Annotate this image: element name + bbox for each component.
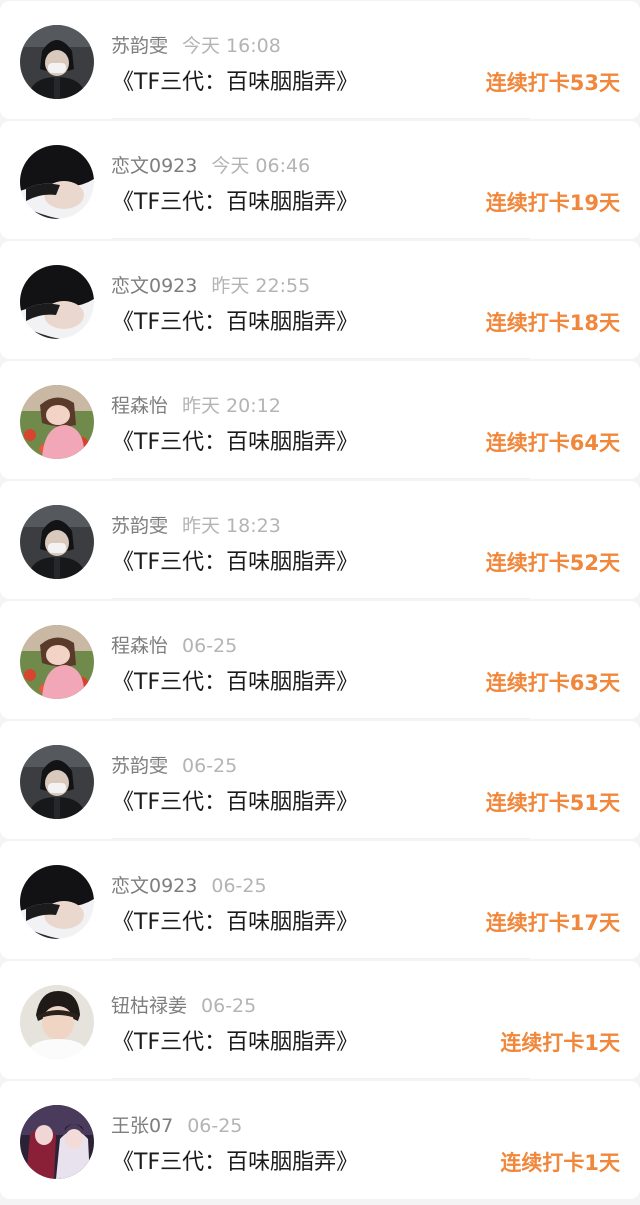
item-meta: 恋文0923 昨天 22:55 (111, 273, 310, 299)
feed-item[interactable]: 恋文0923 昨天 22:55 《TF三代：百味胭脂弄》 连续打卡18天 (0, 241, 640, 359)
divider (112, 718, 530, 719)
divider (112, 358, 530, 359)
streak-badge: 连续打卡19天 (485, 191, 620, 215)
timestamp: 06-25 (187, 1115, 243, 1137)
timestamp: 昨天 20:12 (182, 395, 281, 417)
timestamp: 今天 16:08 (182, 35, 281, 57)
username[interactable]: 恋文0923 (111, 875, 197, 897)
username[interactable]: 程森怡 (111, 635, 168, 657)
black-hair-boy-avatar[interactable] (20, 865, 94, 939)
username[interactable]: 王张07 (111, 1115, 173, 1137)
divider (112, 478, 530, 479)
book-title[interactable]: 《TF三代：百味胭脂弄》 (112, 908, 358, 938)
streak-badge: 连续打卡53天 (485, 71, 620, 95)
divider (112, 838, 530, 839)
item-meta: 恋文0923 今天 06:46 (111, 153, 310, 179)
feed-item[interactable]: 苏韵雯 今天 16:08 《TF三代：百味胭脂弄》 连续打卡53天 (0, 1, 640, 119)
book-title[interactable]: 《TF三代：百味胭脂弄》 (112, 668, 358, 698)
streak-badge: 连续打卡63天 (485, 671, 620, 695)
username[interactable]: 苏韵雯 (111, 35, 168, 57)
feed-item[interactable]: 程森怡 06-25 《TF三代：百味胭脂弄》 连续打卡63天 (0, 601, 640, 719)
feed-item[interactable]: 苏韵雯 昨天 18:23 《TF三代：百味胭脂弄》 连续打卡52天 (0, 481, 640, 599)
username[interactable]: 钮枯禄姜 (111, 995, 187, 1017)
item-meta: 程森怡 06-25 (111, 633, 237, 659)
masked-boy-avatar[interactable] (20, 505, 94, 579)
timestamp: 昨天 18:23 (182, 515, 281, 537)
item-meta: 苏韵雯 昨天 18:23 (111, 513, 281, 539)
feed-item[interactable]: 王张07 06-25 《TF三代：百味胭脂弄》 连续打卡1天 (0, 1081, 640, 1199)
feed-item[interactable]: 钮枯禄姜 06-25 《TF三代：百味胭脂弄》 连续打卡1天 (0, 961, 640, 1079)
divider (112, 598, 530, 599)
book-title[interactable]: 《TF三代：百味胭脂弄》 (112, 308, 358, 338)
feed-item[interactable]: 程森怡 昨天 20:12 《TF三代：百味胭脂弄》 连续打卡64天 (0, 361, 640, 479)
username[interactable]: 恋文0923 (111, 155, 197, 177)
masked-boy-avatar[interactable] (20, 745, 94, 819)
book-title[interactable]: 《TF三代：百味胭脂弄》 (112, 428, 358, 458)
streak-badge: 连续打卡52天 (485, 551, 620, 575)
streak-badge: 连续打卡64天 (485, 431, 620, 455)
timestamp: 今天 06:46 (211, 155, 311, 177)
streak-badge: 连续打卡18天 (485, 311, 620, 335)
divider (112, 238, 530, 239)
streak-badge: 连续打卡51天 (485, 791, 620, 815)
book-title[interactable]: 《TF三代：百味胭脂弄》 (112, 68, 358, 98)
timestamp: 06-25 (201, 995, 257, 1017)
black-hair-boy-avatar[interactable] (20, 265, 94, 339)
streak-badge: 连续打卡1天 (500, 1151, 620, 1175)
divider (112, 958, 530, 959)
streak-badge: 连续打卡17天 (485, 911, 620, 935)
book-title[interactable]: 《TF三代：百味胭脂弄》 (112, 548, 358, 578)
divider (112, 1078, 530, 1079)
book-title[interactable]: 《TF三代：百味胭脂弄》 (112, 1028, 358, 1058)
item-meta: 程森怡 昨天 20:12 (111, 393, 281, 419)
item-meta: 苏韵雯 06-25 (111, 753, 237, 779)
item-meta: 恋文0923 06-25 (111, 873, 267, 899)
streak-badge: 连续打卡1天 (500, 1031, 620, 1055)
feed-item[interactable]: 恋文0923 今天 06:46 《TF三代：百味胭脂弄》 连续打卡19天 (0, 121, 640, 239)
item-meta: 钮枯禄姜 06-25 (111, 993, 256, 1019)
flower-girl-avatar[interactable] (20, 625, 94, 699)
costume-couple-avatar[interactable] (20, 1105, 94, 1179)
item-meta: 王张07 06-25 (111, 1113, 242, 1139)
feed-item[interactable]: 苏韵雯 06-25 《TF三代：百味胭脂弄》 连续打卡51天 (0, 721, 640, 839)
username[interactable]: 程森怡 (111, 395, 168, 417)
book-title[interactable]: 《TF三代：百味胭脂弄》 (112, 188, 358, 218)
username[interactable]: 苏韵雯 (111, 755, 168, 777)
book-title[interactable]: 《TF三代：百味胭脂弄》 (112, 788, 358, 818)
timestamp: 06-25 (211, 875, 267, 897)
flower-girl-avatar[interactable] (20, 385, 94, 459)
white-shirt-boy-avatar[interactable] (20, 985, 94, 1059)
item-meta: 苏韵雯 今天 16:08 (111, 33, 281, 59)
timestamp: 06-25 (182, 755, 238, 777)
divider (112, 118, 530, 119)
username[interactable]: 恋文0923 (111, 275, 197, 297)
masked-boy-avatar[interactable] (20, 25, 94, 99)
timestamp: 06-25 (182, 635, 238, 657)
black-hair-boy-avatar[interactable] (20, 145, 94, 219)
timestamp: 昨天 22:55 (211, 275, 311, 297)
feed-item[interactable]: 恋文0923 06-25 《TF三代：百味胭脂弄》 连续打卡17天 (0, 841, 640, 959)
username[interactable]: 苏韵雯 (111, 515, 168, 537)
book-title[interactable]: 《TF三代：百味胭脂弄》 (112, 1148, 358, 1178)
